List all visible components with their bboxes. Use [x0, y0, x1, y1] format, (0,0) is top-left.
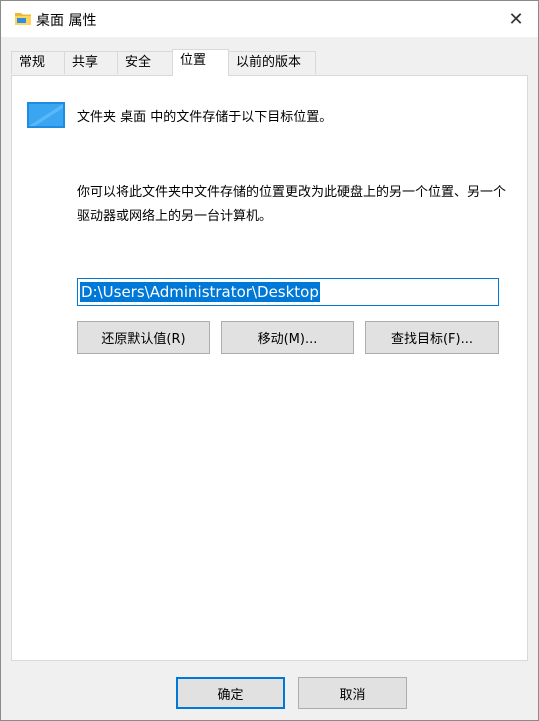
location-description: 文件夹 桌面 中的文件存储于以下目标位置。 [77, 110, 333, 125]
ok-button[interactable]: 确定 [176, 677, 285, 709]
restore-default-button[interactable]: 还原默认值(R) [77, 321, 210, 354]
location-path-value: D:\Users\Administrator\Desktop [80, 282, 320, 302]
tab-security[interactable]: 安全 [117, 51, 173, 74]
close-icon: ✕ [508, 8, 524, 30]
location-panel: 文件夹 桌面 中的文件存储于以下目标位置。 你可以将此文件夹中文件存储的位置更改… [11, 75, 528, 661]
window-title: 桌面 属性 [36, 13, 97, 29]
cancel-button[interactable]: 取消 [298, 677, 407, 709]
tab-location[interactable]: 位置 [172, 49, 229, 76]
tab-previous-versions[interactable]: 以前的版本 [228, 51, 316, 74]
button-label: 查找目标(F)... [390, 332, 474, 347]
move-button[interactable]: 移动(M)... [221, 321, 354, 354]
folder-icon [15, 13, 31, 25]
button-label: 还原默认值(R) [101, 332, 186, 347]
tab-label: 位置 [180, 53, 207, 68]
tab-label: 以前的版本 [236, 55, 302, 70]
button-label: 确定 [217, 687, 244, 703]
button-label: 取消 [339, 687, 366, 703]
close-button[interactable]: ✕ [494, 1, 538, 37]
location-path-input[interactable]: D:\Users\Administrator\Desktop [77, 278, 499, 306]
title-bar: 桌面 属性 ✕ [1, 1, 538, 37]
tab-label: 安全 [125, 55, 152, 70]
tab-label: 共享 [72, 55, 99, 70]
tab-label: 常规 [19, 55, 46, 70]
desktop-folder-icon [27, 102, 65, 128]
find-target-button[interactable]: 查找目标(F)... [365, 321, 499, 354]
tab-sharing[interactable]: 共享 [64, 51, 118, 74]
location-info-text: 你可以将此文件夹中文件存储的位置更改为此硬盘上的另一个位置、另一个驱动器或网络上… [77, 185, 507, 224]
tab-general[interactable]: 常规 [11, 51, 65, 74]
properties-window: 桌面 属性 ✕ 常规 共享 安全 位置 以前的版本 文件夹 桌面 中的文件存储于… [0, 0, 539, 721]
button-label: 移动(M)... [257, 332, 318, 347]
